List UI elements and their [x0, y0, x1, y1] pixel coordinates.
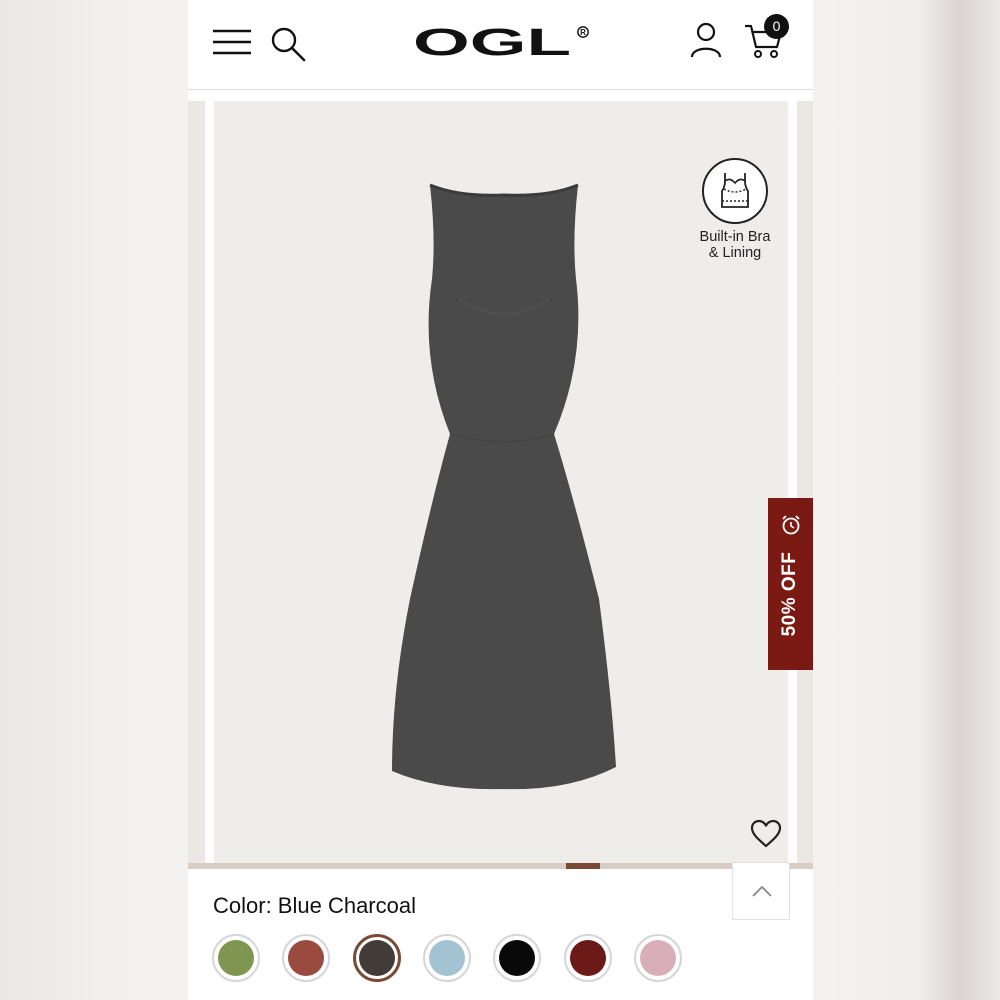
gallery-progress-thumb	[566, 863, 600, 869]
menu-icon[interactable]	[212, 28, 252, 56]
back-to-top-button[interactable]	[732, 862, 790, 920]
color-swatch-black[interactable]	[493, 934, 541, 982]
color-swatch-blue-charcoal[interactable]	[353, 934, 401, 982]
brand-logo[interactable]: OGL R	[412, 24, 592, 64]
promo-text: 50% OFF	[779, 551, 800, 637]
search-icon[interactable]	[270, 26, 306, 62]
swatch-fill	[288, 940, 324, 976]
discount-promo-tab[interactable]: 50% OFF	[768, 498, 813, 670]
color-swatch-olive-green[interactable]	[212, 934, 260, 982]
alarm-clock-icon	[782, 515, 800, 535]
selected-color-label: Color: Blue Charcoal	[213, 893, 416, 918]
swatch-fill	[218, 940, 254, 976]
bodysuit-icon	[702, 158, 768, 224]
brand-logo-text: OGL	[413, 24, 571, 64]
color-swatch-rust-red[interactable]	[282, 934, 330, 982]
product-image[interactable]: Built-in Bra & Lining	[214, 101, 788, 863]
next-slide-peek[interactable]	[797, 101, 813, 863]
account-icon[interactable]	[690, 22, 722, 58]
swatch-fill	[640, 940, 676, 976]
gallery-progress-track	[188, 863, 813, 869]
previous-slide-peek[interactable]	[188, 101, 205, 863]
swatch-fill	[359, 940, 395, 976]
heart-icon[interactable]	[750, 819, 782, 849]
swatch-fill	[429, 940, 465, 976]
swatch-fill	[499, 940, 535, 976]
swatch-fill	[570, 940, 606, 976]
feature-badge-label: Built-in Bra & Lining	[699, 229, 771, 261]
product-page: OGL R 0 Built-in Bra & Lining 50% OFF Co…	[188, 0, 813, 1000]
built-in-bra-badge: Built-in Bra & Lining	[690, 157, 780, 267]
color-swatch-light-pink[interactable]	[634, 934, 682, 982]
chevron-up-icon	[752, 885, 772, 897]
cart-count-badge: 0	[764, 14, 789, 39]
color-swatch-list	[212, 934, 692, 984]
site-header: OGL R 0	[188, 0, 813, 90]
color-swatch-light-blue[interactable]	[423, 934, 471, 982]
dress-image	[392, 183, 616, 790]
product-image-gallery[interactable]: Built-in Bra & Lining	[188, 101, 813, 869]
svg-text:R: R	[580, 28, 586, 37]
color-swatch-burgundy[interactable]	[564, 934, 612, 982]
